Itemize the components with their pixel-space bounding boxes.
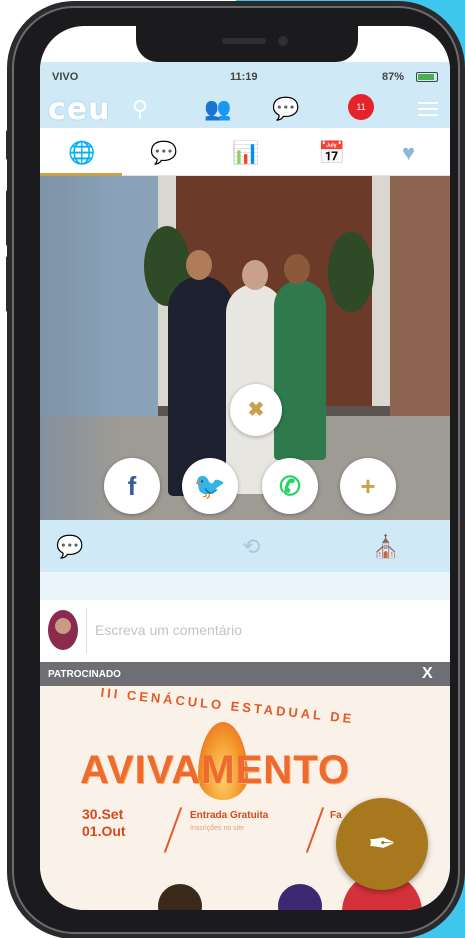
ad-far-text: Fa bbox=[330, 810, 342, 821]
phone-screen: VIVO 11:19 87% ceu ⚲ 👥 💬 11 🌐 💬 📊 📅 ♥ ✖ … bbox=[40, 26, 450, 910]
camera bbox=[278, 36, 288, 46]
ad-speaker-photo bbox=[278, 884, 322, 910]
sponsored-label: PATROCINADO bbox=[48, 669, 121, 680]
comment-row: Escreva um comentário bbox=[40, 600, 450, 662]
twitter-share-button[interactable]: 🐦 bbox=[182, 458, 238, 514]
photo-fade bbox=[40, 176, 120, 520]
phone-mute-switch bbox=[6, 130, 12, 160]
chat-icon[interactable]: 💬 bbox=[272, 96, 299, 122]
ad-entry-title: Entrada Gratuita bbox=[190, 810, 269, 821]
notch bbox=[136, 26, 358, 62]
app-header: ceu ⚲ 👥 💬 11 bbox=[40, 90, 450, 128]
app-logo[interactable]: ceu bbox=[48, 92, 111, 127]
photo-plant-right bbox=[328, 232, 374, 312]
post-actions-bar: 💬 ⟲ ⛪ bbox=[40, 520, 450, 572]
group-icon[interactable]: 👥 bbox=[204, 96, 231, 122]
comment-input[interactable]: Escreva um comentário bbox=[86, 608, 442, 654]
repost-icon[interactable]: ⟲ bbox=[242, 534, 260, 560]
close-ad-button[interactable]: X bbox=[422, 665, 433, 683]
globe-icon[interactable]: 🌐 bbox=[68, 140, 95, 166]
ad-title: AVIVAMENTO bbox=[80, 748, 351, 792]
photo-head-woman bbox=[284, 254, 310, 284]
avatar bbox=[48, 610, 78, 650]
compose-post-button[interactable]: ✒ bbox=[336, 798, 428, 890]
chat-bubbles-icon[interactable]: 💬 bbox=[150, 140, 177, 166]
ad-arc-text: III CENÁCULO ESTADUAL DE bbox=[99, 686, 356, 727]
bar-chart-icon[interactable]: 📊 bbox=[232, 140, 259, 166]
photo-door-frame-right bbox=[372, 176, 390, 406]
whatsapp-share-button[interactable]: ✆ bbox=[262, 458, 318, 514]
speaker bbox=[222, 38, 266, 44]
phone-volume-down bbox=[6, 256, 12, 312]
search-icon[interactable]: ⚲ bbox=[132, 96, 148, 122]
notification-badge[interactable]: 11 bbox=[348, 94, 374, 120]
more-share-button[interactable]: + bbox=[340, 458, 396, 514]
tab-bar: 🌐 💬 📊 📅 ♥ bbox=[40, 128, 450, 176]
ad-date-2: 01.Out bbox=[82, 823, 126, 839]
battery-percent: 87% bbox=[382, 71, 405, 83]
calendar-icon[interactable]: 📅 bbox=[318, 140, 345, 166]
battery-icon bbox=[416, 72, 438, 82]
sponsored-bar: PATROCINADO X bbox=[40, 662, 450, 686]
carrier-label: VIVO bbox=[52, 71, 79, 83]
ad-separator bbox=[305, 807, 325, 853]
ad-date-1: 30.Set bbox=[82, 806, 124, 822]
status-bar: VIVO 11:19 87% bbox=[40, 62, 450, 90]
pray-icon[interactable]: ⛪ bbox=[372, 534, 399, 560]
ad-speaker-photo bbox=[158, 884, 202, 910]
phone-volume-up bbox=[6, 190, 12, 246]
photo-head-man bbox=[186, 250, 212, 280]
ad-entry-subtitle: Inscrições no site bbox=[190, 825, 245, 832]
post-divider bbox=[40, 572, 450, 600]
clock: 11:19 bbox=[230, 71, 258, 83]
feather-pen-icon: ✒ bbox=[367, 825, 397, 863]
facebook-share-button[interactable]: f bbox=[104, 458, 160, 514]
ad-dates: 30.Set 01.Out bbox=[82, 806, 126, 840]
heart-icon[interactable]: ♥ bbox=[402, 140, 415, 166]
comment-icon[interactable]: 💬 bbox=[56, 534, 83, 560]
photo-head-priest bbox=[242, 260, 268, 290]
close-share-button[interactable]: ✖ bbox=[230, 384, 282, 436]
menu-icon[interactable] bbox=[418, 102, 438, 120]
ad-separator bbox=[163, 807, 183, 853]
photo-person-woman bbox=[274, 280, 326, 460]
